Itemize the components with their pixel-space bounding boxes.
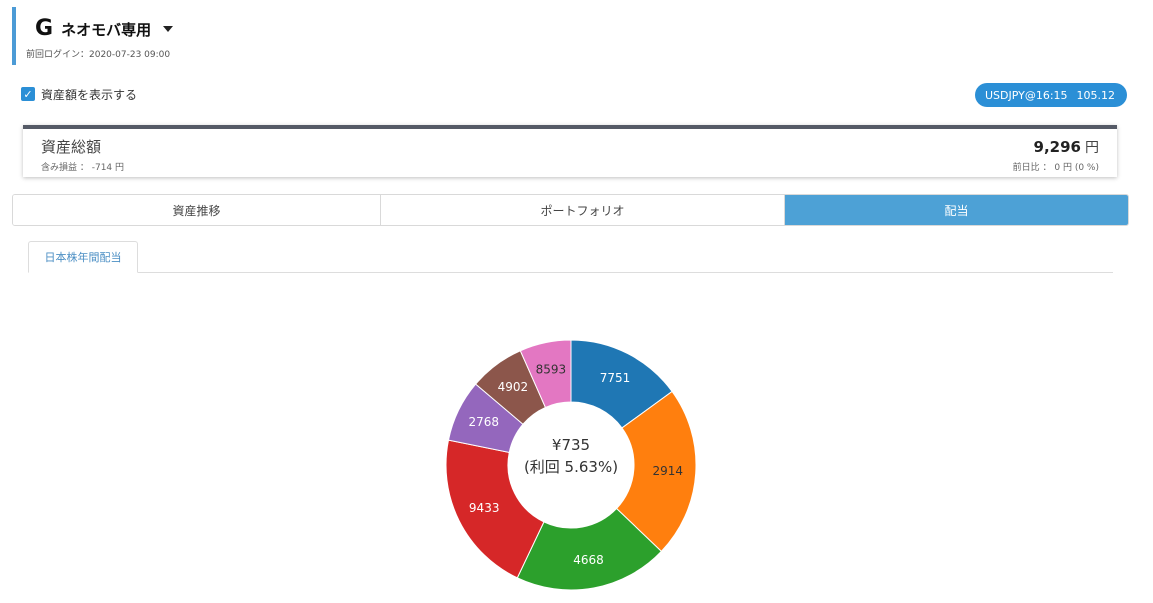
total-assets-amount: 9,296	[1033, 138, 1081, 156]
caret-down-icon[interactable]	[163, 26, 174, 32]
donut-slice-label: 9433	[469, 501, 500, 515]
donut-slice-label: 4668	[573, 553, 604, 567]
donut-center-amount: ¥735	[552, 436, 590, 454]
tab-portfolio[interactable]: ポートフォリオ	[381, 195, 785, 225]
subtab-divider	[28, 272, 1113, 273]
main-tabs: 資産推移 ポートフォリオ 配当	[12, 194, 1129, 226]
fx-rate-value: 105.12	[1076, 88, 1116, 102]
subtab-jp-annual-dividend[interactable]: 日本株年間配当	[28, 241, 138, 273]
account-switcher[interactable]: G ネオモバ専用	[35, 14, 174, 44]
last-login-text: 前回ログイン：2020-07-23 09:00	[26, 50, 171, 60]
show-assets-label: 資産額を表示する	[41, 87, 138, 102]
donut-center-yield: (利回 5.63%)	[524, 458, 618, 476]
brand-logo: G	[35, 16, 54, 41]
donut-slice-label: 2914	[653, 464, 684, 478]
fx-rate-label: USDJPY@16:15	[985, 88, 1068, 102]
total-assets-value: 9,296 円	[1034, 137, 1099, 157]
total-assets-card: 資産総額 含み損益 ： -714 円 9,296 円 前日比 ： 0 円 (0 %…	[23, 125, 1117, 177]
unrealized-pl-text: 含み損益 ： -714 円	[41, 163, 125, 173]
donut-slice-label: 8593	[536, 363, 567, 377]
show-assets-toggle[interactable]: ✓ 資産額を表示する	[21, 86, 137, 102]
tab-asset-history[interactable]: 資産推移	[13, 195, 381, 225]
donut-slice-label: 4902	[498, 380, 529, 394]
tab-dividend[interactable]: 配当	[785, 195, 1128, 225]
total-assets-unit: 円	[1085, 140, 1099, 156]
show-assets-checkbox[interactable]: ✓	[21, 87, 35, 101]
total-assets-title: 資産総額	[41, 138, 102, 156]
donut-slice-label: 2768	[468, 415, 499, 429]
donut-slice-label: 7751	[600, 371, 631, 385]
header-accent-bar	[12, 7, 16, 65]
account-name: ネオモバ専用	[61, 20, 152, 39]
fx-rate-badge: USDJPY@16:15 105.12	[975, 83, 1127, 107]
dividend-donut-chart: 7751 2914 4668 9433 2768 4902 8593 ¥735 (利回 5.…	[445, 339, 697, 591]
day-change-text: 前日比 ： 0 円 (0 %)	[1012, 163, 1099, 173]
